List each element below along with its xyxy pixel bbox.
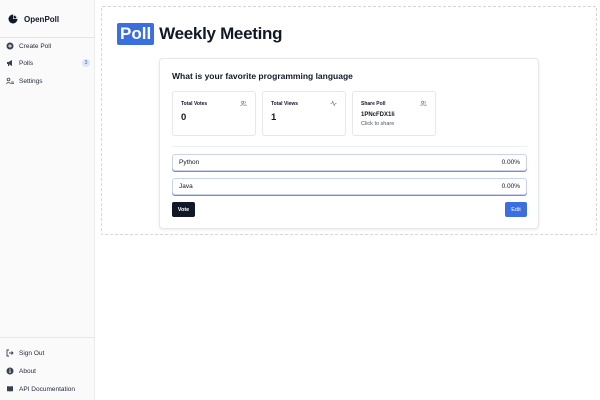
app-name: OpenPoll [24, 14, 60, 24]
sidebar-item-create-poll[interactable]: Create Poll [6, 39, 90, 53]
brand[interactable]: OpenPoll [8, 14, 59, 24]
stat-label: Share Poll [361, 101, 386, 107]
share-hint: Click to share [361, 121, 395, 127]
polls-count-badge: 3 [82, 59, 90, 67]
poll-title: Weekly Meeting [159, 24, 283, 43]
users-icon [420, 100, 427, 107]
sign-out-icon [6, 349, 14, 357]
poll-title-badge: Poll [117, 23, 155, 45]
sidebar-item-polls[interactable]: Polls 3 [6, 56, 90, 70]
poll-option-java[interactable]: Java 0.00% [172, 178, 527, 195]
users-settings-icon [6, 77, 14, 84]
stat-label: Total Votes [181, 101, 208, 107]
poll-question: What is your favorite programming langua… [172, 71, 353, 81]
sidebar-item-sign-out[interactable]: Sign Out [6, 346, 90, 360]
stat-value: 0 [181, 112, 187, 123]
share-code: 1PNcFDX1li [361, 112, 395, 118]
sidebar-footer-divider [0, 337, 95, 338]
stat-total-votes: Total Votes 0 [172, 91, 256, 136]
stat-share-poll[interactable]: Share Poll 1PNcFDX1li Click to share [352, 91, 436, 136]
stat-label: Total Views [271, 101, 299, 107]
book-icon [7, 386, 13, 392]
option-label: Java [179, 183, 193, 190]
plus-circle-icon [6, 42, 14, 50]
stat-total-views: Total Views 1 [262, 91, 346, 136]
vote-button[interactable]: Vote [172, 202, 195, 217]
option-percent: 0.00% [501, 183, 520, 190]
info-icon [6, 367, 14, 375]
users-icon [240, 100, 247, 107]
card-divider [172, 146, 527, 147]
sidebar-item-api-documentation[interactable]: API Documentation [6, 382, 90, 396]
stat-value: 1 [271, 112, 277, 123]
sidebar-item-label: Sign Out [19, 349, 45, 357]
sidebar-item-about[interactable]: About [6, 364, 90, 378]
poll-card: What is your favorite programming langua… [159, 58, 539, 229]
sidebar-item-label: About [19, 367, 36, 375]
poll-option-python[interactable]: Python 0.00% [172, 154, 527, 171]
option-label: Python [179, 159, 200, 166]
openpoll-logo-icon [8, 14, 18, 24]
edit-button[interactable]: Edit [505, 202, 527, 217]
sidebar-item-label: Create Poll [19, 42, 52, 50]
page-title: Poll Weekly Meeting [117, 23, 283, 45]
sidebar-item-settings[interactable]: Settings [6, 74, 90, 88]
sidebar: OpenPoll Create Poll Polls 3 Settings Si… [0, 0, 95, 400]
sidebar-item-label: Settings [19, 77, 43, 85]
option-percent: 0.00% [501, 159, 520, 166]
sidebar-item-label: Polls [19, 59, 34, 67]
activity-icon [330, 100, 337, 107]
sidebar-item-label: API Documentation [19, 385, 76, 393]
megaphone-icon [7, 60, 12, 66]
sidebar-divider [0, 37, 95, 38]
